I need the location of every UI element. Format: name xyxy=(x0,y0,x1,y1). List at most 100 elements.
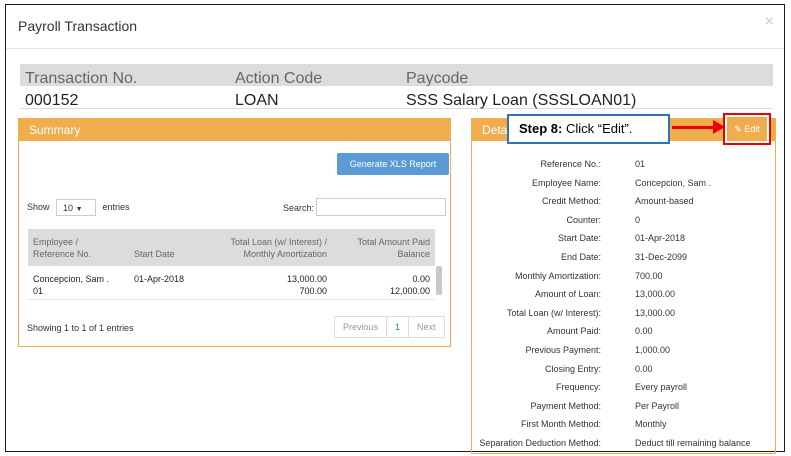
generate-xls-button[interactable]: Generate XLS Report xyxy=(337,153,449,175)
modal-title: Payroll Transaction xyxy=(18,18,138,34)
step-number: Step 8: xyxy=(519,121,563,136)
col-start-date: Start Date xyxy=(134,249,175,259)
col-total-paid: Total Amount Paid Balance xyxy=(344,236,430,260)
detail-row: Monthly Amortization: 700.00 xyxy=(472,271,777,285)
entries-control: Show 10 ▼ entries xyxy=(27,199,130,216)
detail-value: 0 xyxy=(635,214,641,225)
detail-row: Previous Payment: 1,000.00 xyxy=(472,345,777,359)
previous-button[interactable]: Previous xyxy=(335,317,388,337)
detail-row: Reference No.: 01 xyxy=(472,159,777,173)
detail-value: Concepcion, Sam . xyxy=(635,177,712,188)
detail-row: Closing Entry: 0.00 xyxy=(472,364,777,378)
detail-label: Start Date: xyxy=(557,233,601,244)
detail-row: Credit Method: Amount-based xyxy=(472,196,777,210)
detail-value: Deduct till remaining balance xyxy=(635,438,751,448)
paycode-value: SSS Salary Loan (SSSLOAN01) xyxy=(406,92,637,109)
detail-label: Employee Name: xyxy=(531,177,601,188)
table-scrollbar[interactable] xyxy=(436,266,442,295)
detail-label: Separation Deduction Method: xyxy=(479,438,601,448)
row-start-date: 01-Apr-2018 xyxy=(134,274,185,284)
info-data-row: 000152 LOAN SSS Salary Loan (SSSLOAN01) xyxy=(20,86,773,109)
col-total-paid-line2: Balance xyxy=(397,249,430,259)
detail-label: Amount of Loan: xyxy=(534,289,601,300)
row-employee: Concepcion, Sam . 01 xyxy=(33,273,109,297)
detail-row: End Date: 31-Dec-2099 xyxy=(472,252,777,266)
col-total-loan-line1: Total Loan (w/ Interest) / xyxy=(230,237,327,247)
detail-value: Every payroll xyxy=(635,382,688,393)
detail-label: Frequency: xyxy=(555,382,601,393)
detail-value: Per Payroll xyxy=(635,400,680,411)
summary-title: Summary xyxy=(19,119,450,141)
detail-label: End Date: xyxy=(560,252,601,262)
row-employee-name: Concepcion, Sam . xyxy=(33,274,110,284)
detail-label: Total Loan (w/ Interest): xyxy=(506,307,601,318)
detail-row: Amount Paid: 0.00 xyxy=(472,326,777,340)
edit-button[interactable]: ✎ Edit xyxy=(727,117,767,141)
entries-select[interactable]: 10 ▼ xyxy=(56,199,97,216)
pagination: Previous 1 Next xyxy=(334,316,445,338)
detail-row: Start Date: 01-Apr-2018 xyxy=(472,233,777,247)
col-employee-line1: Employee / xyxy=(33,237,79,247)
detail-row: Frequency: Every payroll xyxy=(472,382,777,396)
showing-entries: Showing 1 to 1 of 1 entries xyxy=(27,323,134,333)
transaction-info-table: Transaction No. Action Code Paycode 0001… xyxy=(20,64,773,109)
detail-label: Credit Method: xyxy=(541,196,601,207)
col-total-loan-line2: Monthly Amortization xyxy=(243,249,327,259)
detail-row: Counter: 0 xyxy=(472,215,777,229)
detail-value: 13,000.00 xyxy=(635,289,676,300)
row-total-loan: 13,000.00 700.00 xyxy=(224,273,327,297)
detail-label: Amount Paid: xyxy=(546,326,601,337)
step-text: Click “Edit”. xyxy=(565,121,633,136)
detail-label: Counter: xyxy=(566,214,601,225)
search-input[interactable] xyxy=(316,198,446,216)
search-label: Search: xyxy=(283,203,315,213)
row-paid: 0.00 12,000.00 xyxy=(344,273,430,297)
row-reference: 01 xyxy=(33,286,44,296)
detail-label: Monthly Amortization: xyxy=(514,270,601,281)
detail-row: Payment Method: Per Payroll xyxy=(472,401,777,415)
row-monthly-value: 700.00 xyxy=(299,286,327,296)
col-total-paid-line1: Total Amount Paid xyxy=(357,237,430,247)
pencil-icon: ✎ xyxy=(734,124,742,134)
page-1-button[interactable]: 1 xyxy=(387,317,410,337)
detail-value: 1,000.00 xyxy=(635,345,671,355)
edit-highlight: ✎ Edit xyxy=(723,113,771,145)
detail-value: 01-Apr-2018 xyxy=(635,233,686,244)
detail-row: First Month Method: Monthly xyxy=(472,419,777,433)
detail-value: 0.00 xyxy=(635,326,653,337)
detail-label: Payment Method: xyxy=(530,400,601,411)
table-row[interactable]: Concepcion, Sam . 01 01-Apr-2018 13,000.… xyxy=(28,266,435,300)
detail-label: Closing Entry: xyxy=(544,363,601,374)
detail-row: Separation Deduction Method: Deduct till … xyxy=(472,438,777,452)
transaction-no-value: 000152 xyxy=(25,92,79,109)
info-header-row: Transaction No. Action Code Paycode xyxy=(20,64,773,87)
detail-value: 01 xyxy=(635,159,646,169)
detail-label: First Month Method: xyxy=(520,419,601,430)
title-divider xyxy=(6,48,784,49)
detail-value: 700.00 xyxy=(635,270,663,281)
callout-arrow-line xyxy=(672,126,716,129)
chevron-down-icon: ▼ xyxy=(75,206,83,213)
detail-row: Amount of Loan: 13,000.00 xyxy=(472,289,777,303)
action-code-value: LOAN xyxy=(235,92,279,109)
entries-label: entries xyxy=(102,201,130,212)
summary-panel: Summary Generate XLS Report Show 10 ▼ en… xyxy=(18,118,451,347)
edit-label: Edit xyxy=(744,124,760,134)
detail-value: 0.00 xyxy=(635,363,653,374)
next-button[interactable]: Next xyxy=(409,317,444,337)
summary-table-header: Employee / Reference No. Start Date Tota… xyxy=(28,229,435,266)
detail-row: Total Loan (w/ Interest): 13,000.00 xyxy=(472,308,777,322)
step-callout: Step 8: Click “Edit”. xyxy=(507,114,670,144)
col-employee: Employee / Reference No. xyxy=(33,236,91,260)
row-total-loan-value: 13,000.00 xyxy=(286,274,327,284)
detail-label: Previous Payment: xyxy=(525,345,601,355)
entries-value: 10 xyxy=(63,203,74,213)
col-employee-line2: Reference No. xyxy=(33,249,92,259)
details-panel: Detai Reference No.: 01 Employee Name: Conc… xyxy=(471,118,776,454)
detail-value: Amount-based xyxy=(635,196,694,207)
detail-label: Reference No.: xyxy=(540,159,601,169)
close-icon[interactable]: × xyxy=(765,13,774,31)
detail-value: 13,000.00 xyxy=(635,307,676,318)
detail-row: Employee Name: Concepcion, Sam . xyxy=(472,178,777,192)
row-balance-value: 12,000.00 xyxy=(389,286,430,296)
